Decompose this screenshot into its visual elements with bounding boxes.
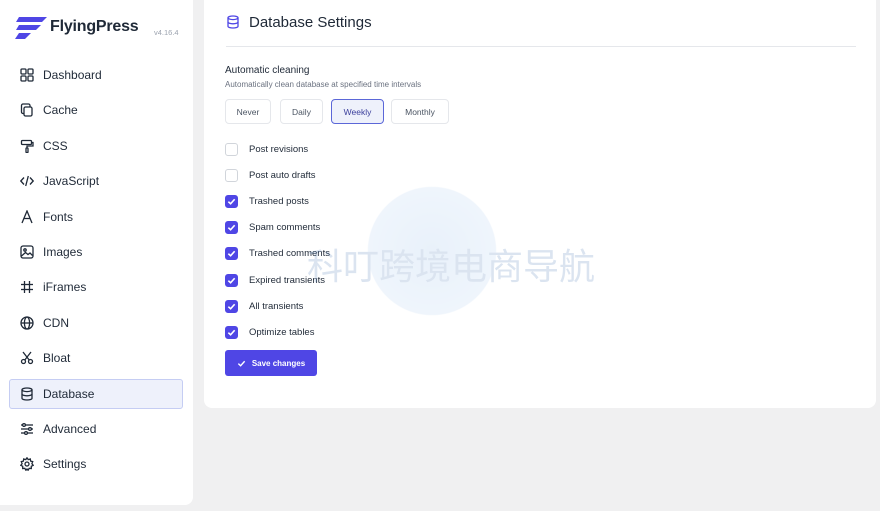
check-icon [227, 198, 236, 205]
brand[interactable]: FlyingPress v4.16.4 [15, 15, 185, 41]
sidebar-item-label: Fonts [43, 209, 74, 224]
sidebar-item-cache[interactable]: Cache [9, 95, 183, 125]
interval-option-monthly[interactable]: Monthly [391, 99, 449, 124]
database-icon [20, 386, 34, 401]
database-settings-panel: Database Settings Automatic cleaning Aut… [204, 0, 876, 408]
checkbox-label: Optimize tables [249, 326, 315, 338]
spam-comments-checkbox[interactable] [225, 221, 238, 235]
sidebar-item-images[interactable]: Images [9, 237, 183, 267]
check-icon [227, 251, 236, 258]
sidebar-item-cdn[interactable]: CDN [9, 308, 183, 338]
hash-icon [20, 280, 34, 294]
scissors-icon [20, 351, 34, 365]
checkbox-row-trashed-comments[interactable]: Trashed comments [225, 241, 330, 267]
interval-option-never[interactable]: Never [225, 99, 271, 124]
interval-option-daily[interactable]: Daily [280, 99, 323, 124]
version-label: v4.16.4 [154, 28, 179, 37]
sidebar-item-settings[interactable]: Settings [9, 449, 183, 479]
check-icon [227, 329, 236, 336]
panel-header: Database Settings [226, 13, 856, 47]
save-changes-button[interactable]: Save changes [225, 350, 317, 376]
font-icon [20, 209, 34, 224]
sidebar-item-label: Dashboard [43, 68, 102, 82]
check-icon [227, 277, 236, 284]
all-transients-checkbox[interactable] [225, 299, 238, 313]
page-title: Database Settings [249, 14, 372, 31]
sidebar-item-label: Advanced [43, 421, 97, 436]
sidebar-item-dashboard[interactable]: Dashboard [9, 60, 183, 90]
auto-cleaning-title: Automatic cleaning [225, 65, 310, 76]
interval-option-weekly[interactable]: Weekly [331, 99, 384, 124]
checkbox-row-expired-transients[interactable]: Expired transients [225, 267, 330, 293]
auto-cleaning-description: Automatically clean database at specifie… [225, 80, 422, 89]
trashed-comments-checkbox[interactable] [225, 247, 238, 261]
sidebar-item-css[interactable]: CSS [9, 131, 183, 161]
copy-icon [20, 103, 34, 118]
checkbox-row-trashed-posts[interactable]: Trashed posts [225, 188, 330, 214]
check-icon [227, 303, 236, 310]
checkbox-row-optimize-tables[interactable]: Optimize tables [225, 319, 330, 345]
sidebar-item-label: Images [43, 244, 83, 259]
checkbox-label: Trashed comments [249, 248, 330, 260]
trashed-posts-checkbox[interactable] [225, 194, 238, 208]
sidebar-item-advanced[interactable]: Advanced [9, 414, 183, 444]
grid-icon [20, 68, 34, 82]
checkbox-row-spam-comments[interactable]: Spam comments [225, 215, 330, 241]
check-icon [237, 360, 245, 367]
sidebar-item-label: CDN [43, 315, 69, 330]
expired-transients-checkbox[interactable] [225, 273, 238, 287]
database-icon [227, 15, 239, 29]
sidebar-nav: Dashboard Cache CSS JavaScript Fonts Ima… [9, 60, 183, 485]
sidebar-item-label: Cache [43, 103, 78, 118]
globe-icon [20, 316, 34, 330]
save-changes-label: Save changes [251, 358, 306, 368]
sliders-icon [20, 422, 34, 436]
sidebar-item-iframes[interactable]: iFrames [9, 272, 183, 302]
sidebar-item-javascript[interactable]: JavaScript [9, 166, 183, 196]
paint-roller-icon [20, 139, 34, 153]
sidebar-item-fonts[interactable]: Fonts [9, 202, 183, 232]
gear-icon [20, 457, 34, 472]
sidebar-item-label: Bloat [43, 351, 71, 366]
sidebar-item-bloat[interactable]: Bloat [9, 343, 183, 373]
check-icon [227, 224, 236, 232]
checkbox-label: Post revisions [249, 143, 309, 155]
post-revisions-checkbox[interactable] [225, 142, 238, 156]
checkbox-label: Spam comments [249, 222, 321, 234]
sidebar-item-label: CSS [43, 138, 68, 153]
checkbox-label: Post auto drafts [249, 169, 316, 181]
code-icon [20, 174, 34, 188]
sidebar-item-database[interactable]: Database [9, 378, 183, 409]
sidebar-item-label: Database [43, 386, 95, 401]
image-icon [20, 245, 34, 259]
brand-name: FlyingPress [50, 18, 139, 35]
cleanup-options-list: Post revisions Post auto drafts Trashed … [225, 136, 330, 346]
checkbox-label: Expired transients [249, 274, 326, 286]
checkbox-row-all-transients[interactable]: All transients [225, 293, 330, 319]
post-auto-drafts-checkbox[interactable] [225, 168, 238, 182]
sidebar-item-label: Settings [43, 457, 87, 472]
flyingpress-logo-icon [15, 17, 47, 39]
sidebar-item-label: iFrames [43, 280, 87, 295]
checkbox-label: All transients [249, 300, 304, 312]
checkbox-row-post-revisions[interactable]: Post revisions [225, 136, 330, 162]
checkbox-label: Trashed posts [249, 195, 309, 207]
sidebar-item-label: JavaScript [43, 174, 100, 189]
checkbox-row-post-auto-drafts[interactable]: Post auto drafts [225, 162, 330, 188]
optimize-tables-checkbox[interactable] [225, 325, 238, 339]
sidebar: FlyingPress v4.16.4 Dashboard Cache CSS [0, 0, 193, 505]
